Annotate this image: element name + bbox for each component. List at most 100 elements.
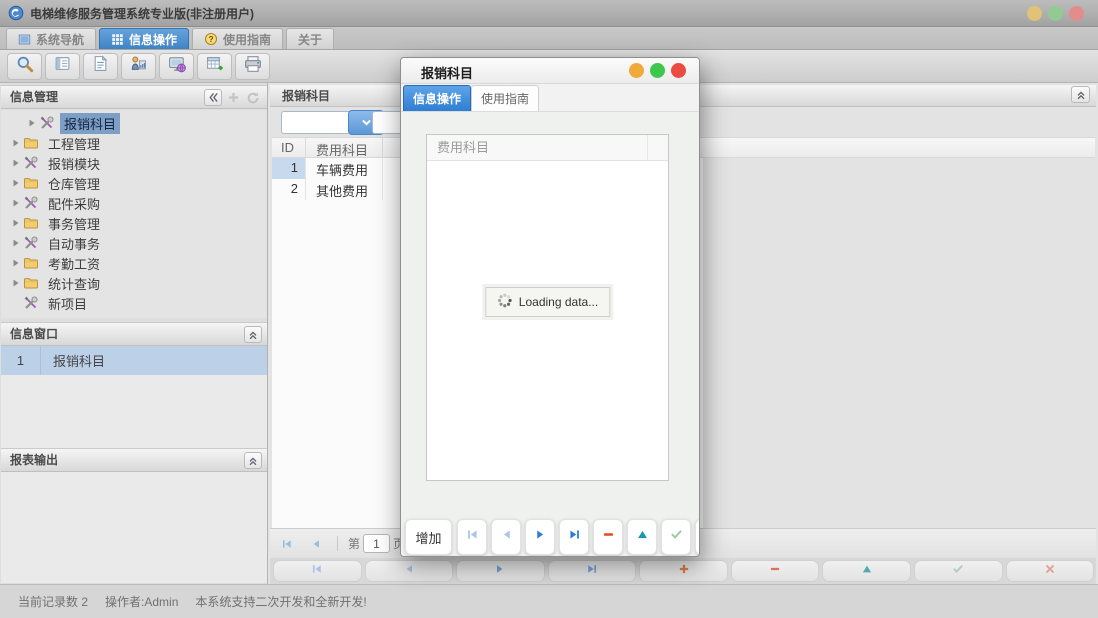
expand-arrow-icon[interactable] (9, 198, 23, 208)
refresh-icon[interactable] (244, 89, 262, 106)
add-button[interactable]: 增加 (405, 519, 452, 555)
collapse-up-icon[interactable] (244, 326, 262, 343)
tree-item-仓库管理[interactable]: 仓库管理 (1, 173, 267, 193)
dialog-nav-last-button[interactable] (559, 519, 589, 555)
tab-系统导航[interactable]: 系统导航 (6, 28, 96, 49)
collapse-up-icon[interactable] (1071, 86, 1090, 103)
cell-id[interactable]: 2 (272, 179, 306, 200)
toolbar-table-add-button[interactable] (197, 53, 232, 80)
tree-item-事务管理[interactable]: 事务管理 (1, 213, 267, 233)
dialog-nav-confirm-button[interactable] (661, 519, 691, 555)
tab-使用指南[interactable]: ?使用指南 (192, 28, 283, 49)
collapse-up-icon[interactable] (244, 452, 262, 469)
page-prev-button[interactable] (304, 533, 328, 555)
tree-item-考勤工资[interactable]: 考勤工资 (1, 253, 267, 273)
tree-item-自动事务[interactable]: 自动事务 (1, 233, 267, 253)
tab-信息操作[interactable]: 信息操作 (99, 28, 189, 49)
expand-arrow-icon[interactable] (9, 138, 23, 148)
status-message: 本系统支持二次开发和全新开发! (195, 593, 366, 618)
open-window-row[interactable]: 1报销科目 (1, 346, 267, 375)
dialog-nav-prev-button[interactable] (491, 519, 521, 555)
nav-remove-button[interactable] (731, 560, 820, 582)
tree-label: 工程管理 (44, 133, 104, 154)
tree-item-工程管理[interactable]: 工程管理 (1, 133, 267, 153)
dialog-tab-使用指南[interactable]: 使用指南 (471, 85, 539, 111)
tree-item-配件采购[interactable]: 配件采购 (1, 193, 267, 213)
toolbar-search-button[interactable] (7, 53, 42, 80)
info-panel-title: 信息管理 (10, 90, 58, 104)
tree-label: 新项目 (44, 293, 91, 314)
title-bar: 电梯维修服务管理系统专业版(非注册用户) (0, 0, 1098, 27)
cell-subject[interactable]: 车辆费用 (306, 158, 383, 179)
tab-关于[interactable]: 关于 (286, 28, 334, 49)
window-close-button[interactable] (1069, 6, 1084, 21)
column-header-id[interactable]: ID (272, 138, 306, 157)
window-minimize-button[interactable] (1027, 6, 1042, 21)
cell-subject[interactable]: 其他费用 (306, 179, 383, 200)
dialog-nav-remove-button[interactable] (593, 519, 623, 555)
nav-last-button[interactable] (548, 560, 637, 582)
nav-add-button[interactable] (639, 560, 728, 582)
nav-first-button[interactable] (273, 560, 362, 582)
bottom-nav-bar (270, 558, 1096, 584)
module-icon (23, 235, 41, 251)
toolbar-printer-button[interactable] (235, 53, 270, 80)
expand-arrow-icon[interactable] (9, 278, 23, 288)
tree-label: 仓库管理 (44, 173, 104, 194)
tree-item-统计查询[interactable]: 统计查询 (1, 273, 267, 293)
tree-label: 事务管理 (44, 213, 104, 234)
window-maximize-button[interactable] (1048, 6, 1063, 21)
next-icon (534, 528, 547, 546)
combo-input[interactable] (281, 111, 351, 134)
tree-item-报销模块[interactable]: 报销模块 (1, 153, 267, 173)
document-icon (92, 55, 109, 77)
window-title: 电梯维修服务管理系统专业版(非注册用户) (30, 5, 254, 22)
nav-cancel-button[interactable] (1006, 560, 1095, 582)
tab-label: 信息操作 (129, 31, 177, 48)
module-icon (23, 295, 41, 311)
tree-label: 考勤工资 (44, 253, 104, 274)
nav-next-button[interactable] (456, 560, 545, 582)
first-icon (311, 562, 323, 580)
page-number-input[interactable] (363, 534, 390, 553)
toolbar-form-button[interactable] (45, 53, 80, 80)
filter-combo-1 (281, 110, 384, 135)
dialog-grid-header: 费用科目 (427, 135, 668, 161)
nav-confirm-button[interactable] (914, 560, 1003, 582)
expand-arrow-icon[interactable] (9, 218, 23, 228)
expand-arrow-icon[interactable] (25, 118, 39, 128)
toolbar-document-button[interactable] (83, 53, 118, 80)
tree-item-新项目[interactable]: 新项目 (1, 293, 267, 313)
toolbar-user-chart-button[interactable] (121, 53, 156, 80)
page-first-button[interactable] (275, 533, 299, 555)
expand-arrow-icon[interactable] (9, 178, 23, 188)
tab-label: 使用指南 (223, 31, 271, 48)
dialog-nav-up-button[interactable] (627, 519, 657, 555)
nav-prev-button[interactable] (365, 560, 454, 582)
expand-arrow-icon[interactable] (9, 258, 23, 268)
first-icon (466, 528, 479, 546)
printer-icon (244, 55, 262, 78)
nav-up-button[interactable] (822, 560, 911, 582)
dialog-nav-first-button[interactable] (457, 519, 487, 555)
operator: 操作者:Admin (105, 593, 178, 618)
minus-icon (769, 562, 781, 580)
module-icon (39, 115, 57, 131)
check-icon (952, 562, 964, 580)
status-bar: 当前记录数 2 操作者:Admin 本系统支持二次开发和全新开发! (0, 584, 1098, 618)
collapse-left-icon[interactable] (204, 89, 222, 106)
column-header-subject[interactable]: 费用科目 (306, 138, 383, 157)
loading-indicator: Loading data... (485, 287, 610, 317)
dialog-minimize-button[interactable] (629, 63, 644, 78)
dialog-nav-clipped-button[interactable] (695, 519, 700, 555)
dialog-tab-信息操作[interactable]: 信息操作 (403, 85, 471, 111)
expand-arrow-icon[interactable] (9, 158, 23, 168)
add-icon[interactable] (224, 89, 242, 106)
cell-id[interactable]: 1 (272, 158, 306, 179)
tree-item-报销科目[interactable]: 报销科目 (1, 113, 267, 133)
dialog-close-button[interactable] (671, 63, 686, 78)
toolbar-monitor-globe-button[interactable] (159, 53, 194, 80)
dialog-maximize-button[interactable] (650, 63, 665, 78)
dialog-nav-next-button[interactable] (525, 519, 555, 555)
expand-arrow-icon[interactable] (9, 238, 23, 248)
